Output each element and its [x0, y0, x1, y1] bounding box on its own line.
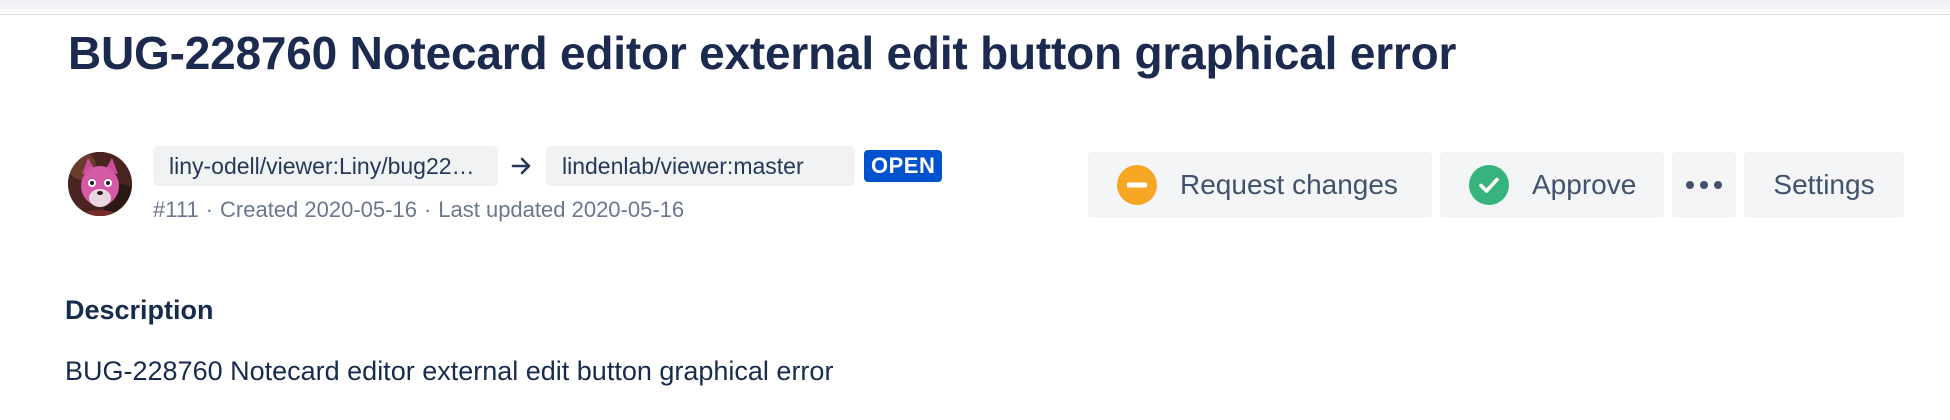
page-title: BUG-228760 Notecard editor external edit… — [68, 27, 1457, 79]
approve-button[interactable]: Approve — [1440, 152, 1664, 218]
status-badge: OPEN — [864, 150, 943, 182]
pr-id[interactable]: #111 — [153, 197, 199, 222]
settings-label: Settings — [1773, 169, 1875, 200]
minus-circle-icon — [1116, 164, 1158, 206]
request-changes-button[interactable]: Request changes — [1088, 152, 1432, 218]
branch-row: liny-odell/viewer:Liny/bug22… lindenlab/… — [153, 146, 943, 186]
more-actions-button[interactable] — [1672, 152, 1736, 218]
source-branch[interactable]: liny-odell/viewer:Liny/bug22… — [153, 146, 498, 186]
created-date: Created 2020-05-16 — [220, 197, 417, 222]
meta-separator: · — [423, 197, 432, 222]
updated-date: Last updated 2020-05-16 — [438, 197, 685, 222]
approve-label: Approve — [1532, 169, 1637, 200]
top-divider — [0, 0, 1950, 15]
action-bar: Request changes Approve Settings — [1088, 152, 1904, 218]
pr-metadata: #111 · Created 2020-05-16 · Last updated 202… — [153, 197, 684, 223]
pull-request-page: BUG-228760 Notecard editor external edit… — [0, 0, 1950, 420]
author-avatar[interactable] — [68, 152, 132, 216]
check-circle-icon — [1468, 164, 1510, 206]
meta-separator: · — [205, 197, 214, 222]
more-horizontal-icon — [1684, 180, 1724, 190]
description-body: BUG-228760 Notecard editor external edit… — [65, 356, 834, 386]
settings-button[interactable]: Settings — [1744, 152, 1904, 218]
description-heading: Description — [65, 295, 214, 325]
destination-branch[interactable]: lindenlab/viewer:master — [546, 146, 855, 186]
arrow-right-icon — [498, 146, 546, 186]
request-changes-label: Request changes — [1180, 169, 1398, 200]
avatar-image — [68, 152, 132, 216]
